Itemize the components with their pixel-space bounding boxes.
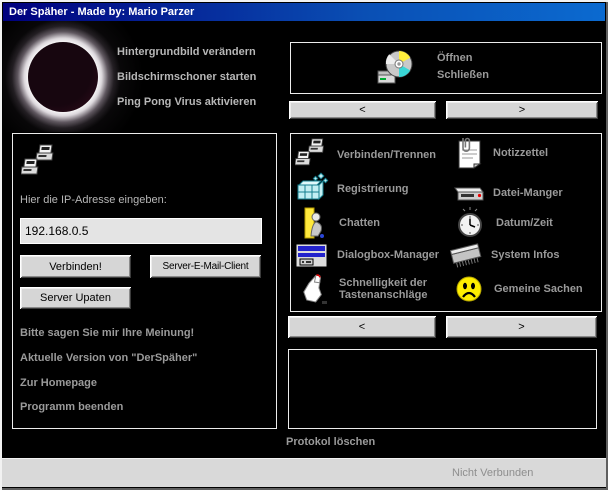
feature-label: System Infos [491, 249, 559, 261]
link-current-version[interactable]: Aktuelle Version von "DerSpäher" [20, 352, 197, 364]
feature-mean-things[interactable]: Gemeine Sachen [452, 272, 583, 306]
feature-system-info[interactable]: System Infos [449, 238, 559, 272]
dialogbox-icon [295, 238, 329, 272]
keystroke-hand-icon [297, 272, 331, 306]
clear-protocol-button[interactable]: Protokol löschen [286, 436, 375, 448]
feature-connect-disconnect[interactable]: Verbinden/Trennen [295, 138, 436, 172]
protocol-log[interactable] [288, 349, 597, 429]
registry-cubes-icon [295, 172, 329, 206]
link-homepage[interactable]: Zur Homepage [20, 377, 97, 389]
feature-label: Registrierung [337, 183, 409, 195]
app-window: Der Späher - Made by: Mario Parzer Hinte… [0, 0, 608, 490]
feature-label: Chatten [339, 217, 380, 229]
feature-chat[interactable]: Chatten [297, 206, 380, 240]
menu-item-start-screensaver[interactable]: Bildschirmschoner starten [117, 71, 256, 83]
feature-dialogbox-manager[interactable]: Dialogbox-Manager [295, 238, 439, 272]
link-exit-program[interactable]: Programm beenden [20, 401, 123, 413]
status-bar: Nicht Verbunden [2, 458, 606, 487]
feature-keystroke-speed[interactable]: Schnelligkeit der Tastenanschläge [297, 272, 459, 306]
feature-label: Gemeine Sachen [494, 283, 583, 295]
connect-button[interactable]: Verbinden! [20, 255, 131, 278]
chip-icon [449, 238, 483, 272]
ip-address-label: Hier die IP-Adresse eingeben: [20, 194, 167, 206]
menu-item-change-wallpaper[interactable]: Hintergrundbild verändern [117, 46, 256, 58]
feature-label: Verbinden/Trennen [337, 149, 436, 161]
cd-drive-icon [377, 49, 415, 87]
sad-face-icon [452, 272, 486, 306]
features-next-button[interactable]: > [446, 316, 597, 338]
feature-date-time[interactable]: Datum/Zeit [454, 206, 553, 240]
ip-address-input[interactable] [20, 218, 262, 244]
cd-open-label[interactable]: Öffnen [437, 50, 489, 67]
feature-label: Dialogbox-Manager [337, 249, 439, 261]
connection-panel: Hier die IP-Adresse eingeben: Verbinden!… [12, 133, 277, 429]
cd-next-button[interactable]: > [446, 101, 598, 119]
feature-label: Datum/Zeit [496, 217, 553, 229]
clock-icon [454, 206, 488, 240]
feature-notes[interactable]: Notizzettel [451, 136, 548, 170]
cd-prev-button[interactable]: < [289, 101, 436, 119]
feature-registry[interactable]: Registrierung [295, 172, 409, 206]
feature-label: Datei-Manger [493, 187, 563, 199]
server-update-button[interactable]: Server Upaten [20, 287, 131, 309]
feature-label: Notizzettel [493, 147, 548, 159]
connection-status: Nicht Verbunden [452, 459, 533, 487]
menu-item-pingpong-virus[interactable]: Ping Pong Virus aktivieren [117, 96, 256, 108]
eclipse-moon [28, 42, 98, 112]
features-prev-button[interactable]: < [288, 316, 436, 338]
file-drive-icon [451, 176, 485, 210]
cd-close-label[interactable]: Schließen [437, 67, 489, 84]
eclipse-image: Hintergrundbild verändern Bildschirmscho… [3, 21, 287, 132]
chat-person-icon [297, 206, 331, 240]
feature-file-manager[interactable]: Datei-Manger [451, 176, 563, 210]
network-computers-icon [21, 144, 59, 182]
window-title: Der Späher - Made by: Mario Parzer [9, 6, 194, 18]
feature-label: Schnelligkeit der Tastenanschläge [339, 277, 459, 301]
server-email-client-button[interactable]: Server-E-Mail-Client [150, 255, 261, 278]
features-panel: Verbinden/Trennen Registrierung [290, 133, 602, 312]
cd-drive-panel: Öffnen Schließen [290, 42, 602, 94]
notepad-icon [451, 136, 485, 170]
titlebar[interactable]: Der Späher - Made by: Mario Parzer [3, 3, 605, 21]
link-feedback[interactable]: Bitte sagen Sie mir Ihre Meinung! [20, 327, 194, 339]
network-computers-icon [295, 138, 329, 172]
